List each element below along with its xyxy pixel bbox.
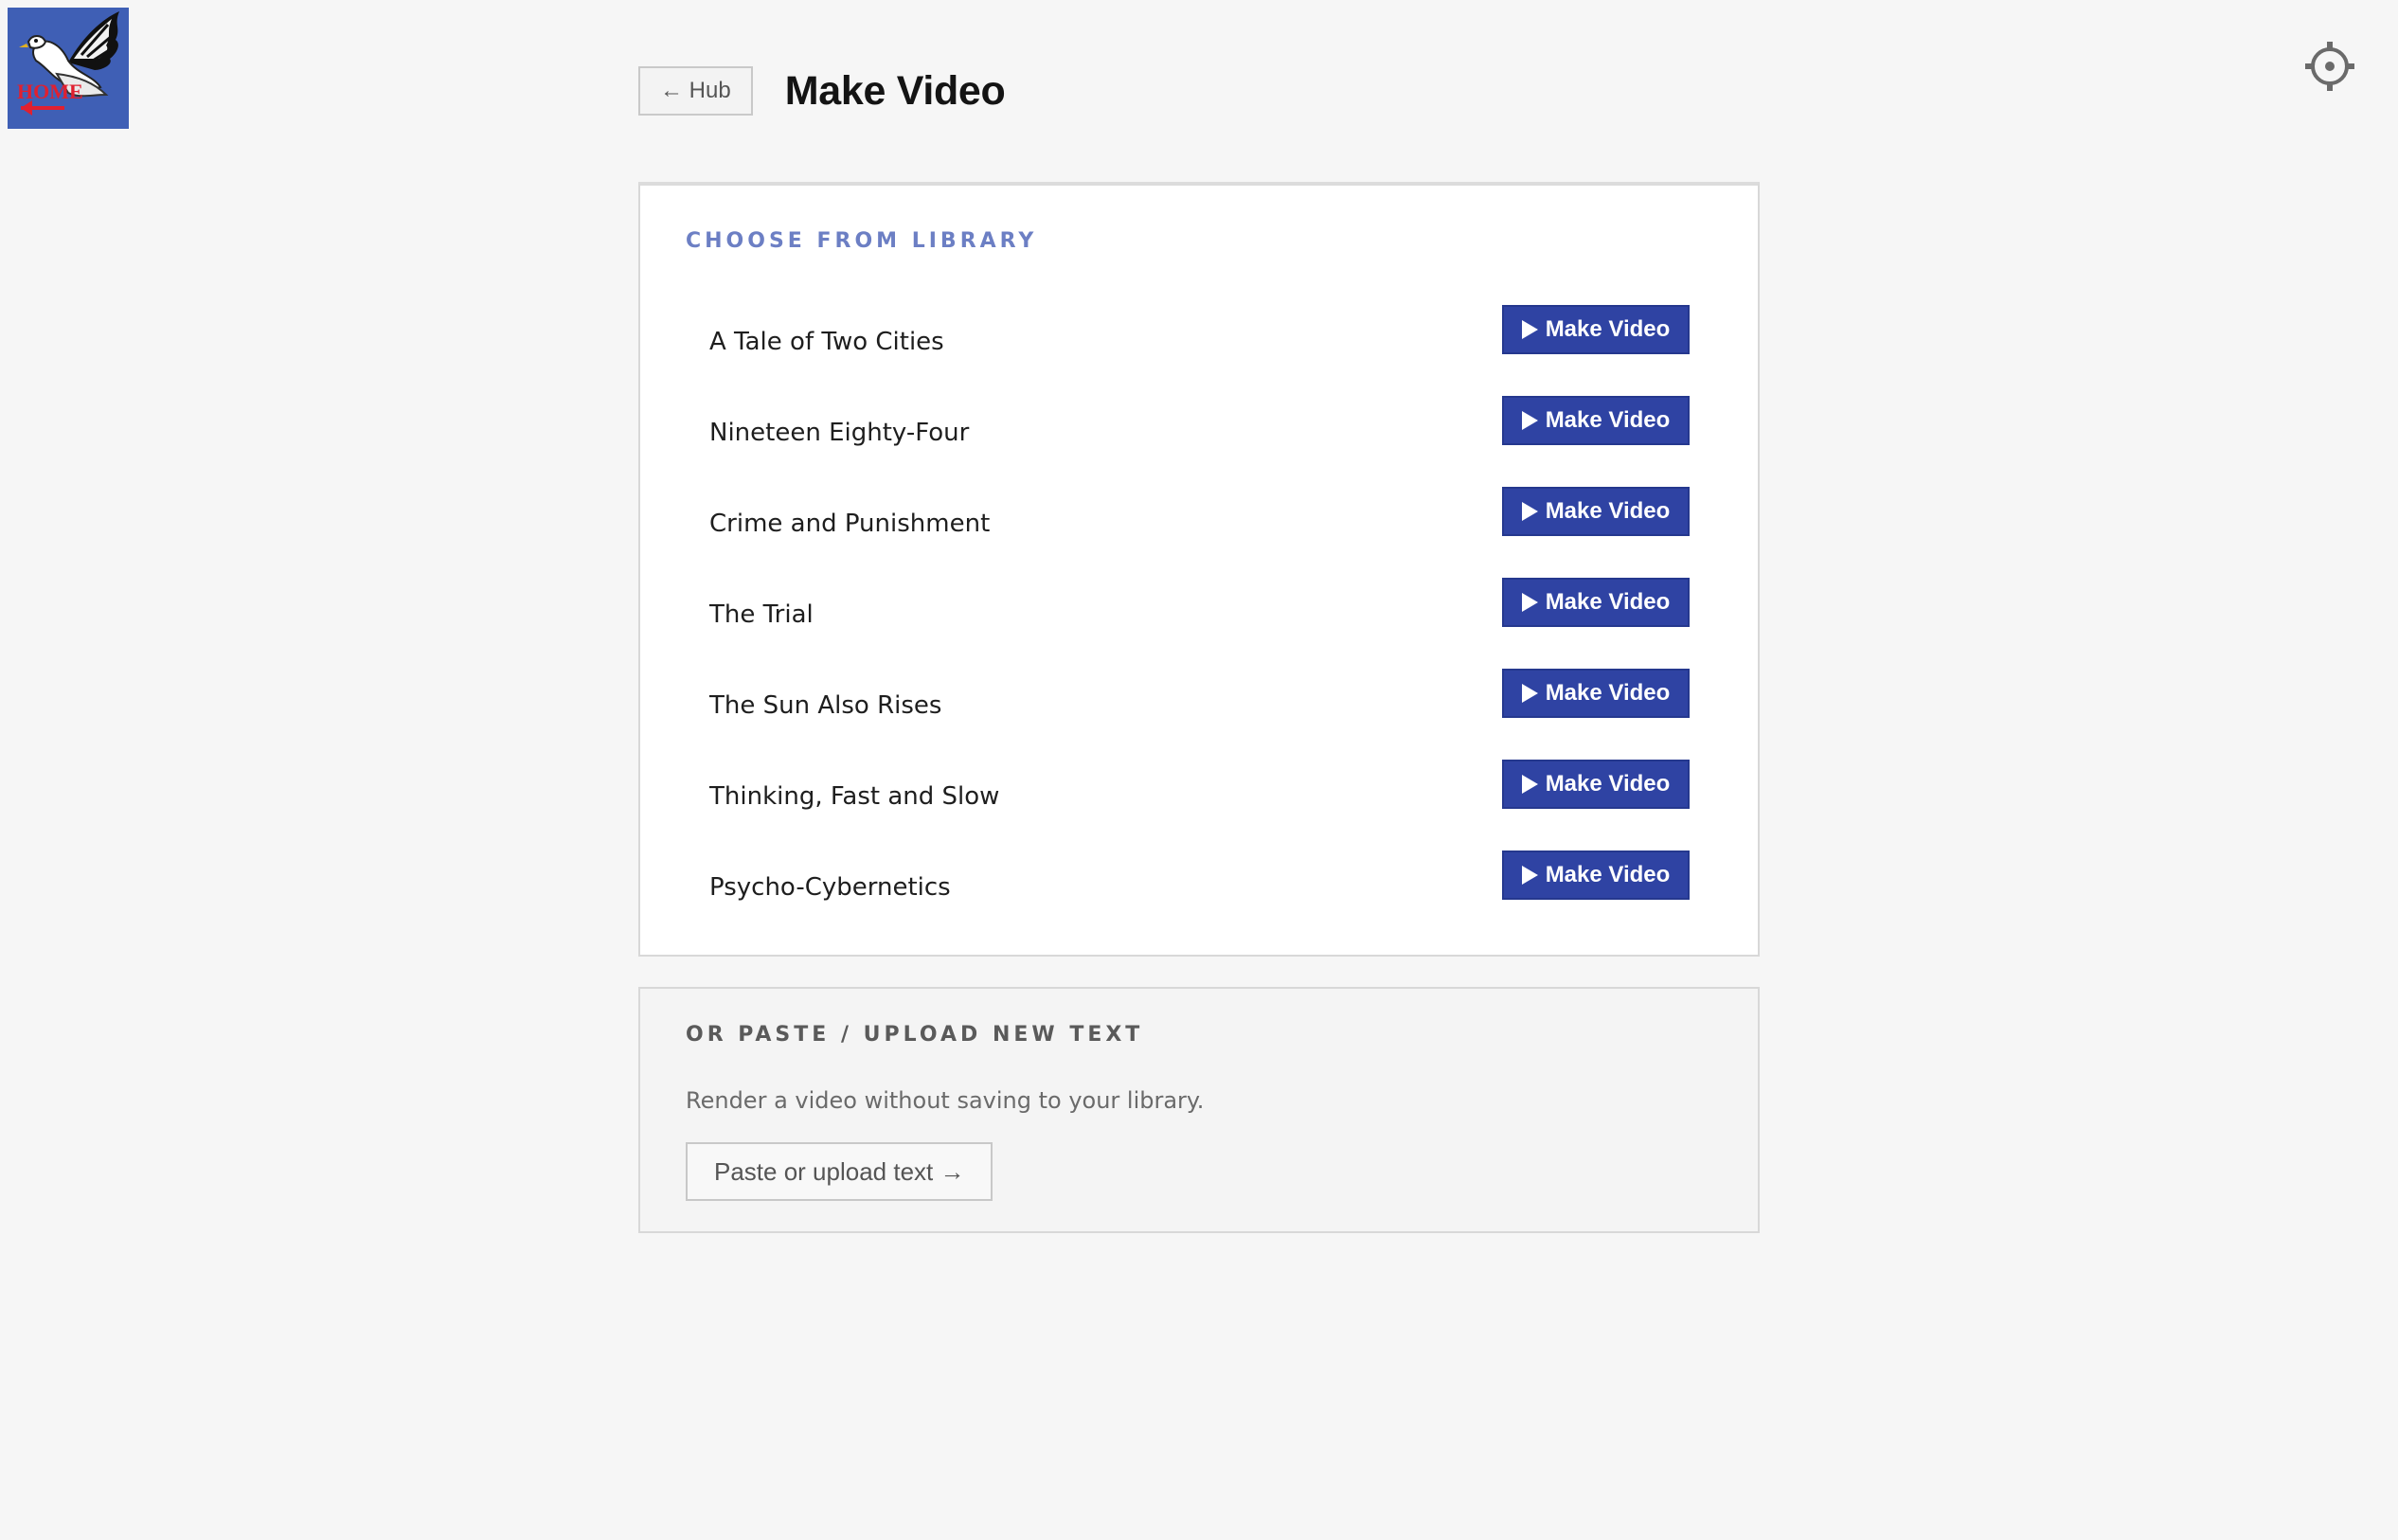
gear-icon [2305,42,2354,91]
play-icon [1521,684,1538,703]
play-icon [1521,866,1538,885]
book-row: A Tale of Two Cities Make Video [640,305,1758,396]
book-row: Psycho-Cybernetics Make Video [640,851,1758,941]
page-title: Make Video [784,67,1006,114]
library-card: CHOOSE FROM LIBRARY A Tale of Two Cities… [638,182,1760,957]
book-row: Thinking, Fast and Slow Make Video [640,760,1758,851]
play-icon [1521,320,1538,339]
paste-upload-button[interactable]: Paste or upload text → [686,1142,993,1201]
make-video-button[interactable]: Make Video [1502,851,1690,900]
play-icon [1521,775,1538,794]
book-row: Crime and Punishment Make Video [640,487,1758,578]
make-video-button[interactable]: Make Video [1502,305,1690,354]
make-video-label: Make Video [1545,498,1671,524]
make-video-page: HOME ← Hub Make Video CHOOSE FROM LIBRAR… [0,0,2398,1540]
make-video-label: Make Video [1545,680,1671,706]
eagle-logo-icon: HOME [8,8,129,129]
book-list: A Tale of Two Cities Make Video Nineteen… [640,305,1758,941]
book-title: A Tale of Two Cities [709,328,944,356]
play-icon [1521,593,1538,612]
book-title: Crime and Punishment [709,510,991,538]
book-title: Nineteen Eighty-Four [709,419,970,447]
make-video-button[interactable]: Make Video [1502,487,1690,536]
make-video-label: Make Video [1545,407,1671,433]
book-row: The Sun Also Rises Make Video [640,669,1758,760]
make-video-label: Make Video [1545,862,1671,887]
upload-description: Render a video without saving to your li… [686,1087,1205,1114]
book-row: Nineteen Eighty-Four Make Video [640,396,1758,487]
book-title: Thinking, Fast and Slow [709,782,1000,811]
make-video-label: Make Video [1545,771,1671,797]
upload-section-title: OR PASTE / UPLOAD NEW TEXT [686,1023,1144,1047]
make-video-label: Make Video [1545,316,1671,342]
home-logo-text: HOME [17,80,83,103]
book-title: The Sun Also Rises [709,691,942,720]
make-video-button[interactable]: Make Video [1502,578,1690,627]
settings-button[interactable] [2303,40,2356,93]
top-bar: ← Hub Make Video [638,63,1006,119]
book-title: Psycho-Cybernetics [709,873,951,902]
make-video-button[interactable]: Make Video [1502,760,1690,809]
home-logo-link[interactable]: HOME [8,8,129,129]
library-section-title: CHOOSE FROM LIBRARY [686,229,1038,253]
make-video-button[interactable]: Make Video [1502,396,1690,445]
upload-card: OR PASTE / UPLOAD NEW TEXT Render a vide… [638,987,1760,1233]
play-icon [1521,502,1538,521]
back-to-hub-button[interactable]: ← Hub [638,66,753,116]
make-video-button[interactable]: Make Video [1502,669,1690,718]
make-video-label: Make Video [1545,589,1671,615]
play-icon [1521,411,1538,430]
book-title: The Trial [709,600,814,629]
book-row: The Trial Make Video [640,578,1758,669]
